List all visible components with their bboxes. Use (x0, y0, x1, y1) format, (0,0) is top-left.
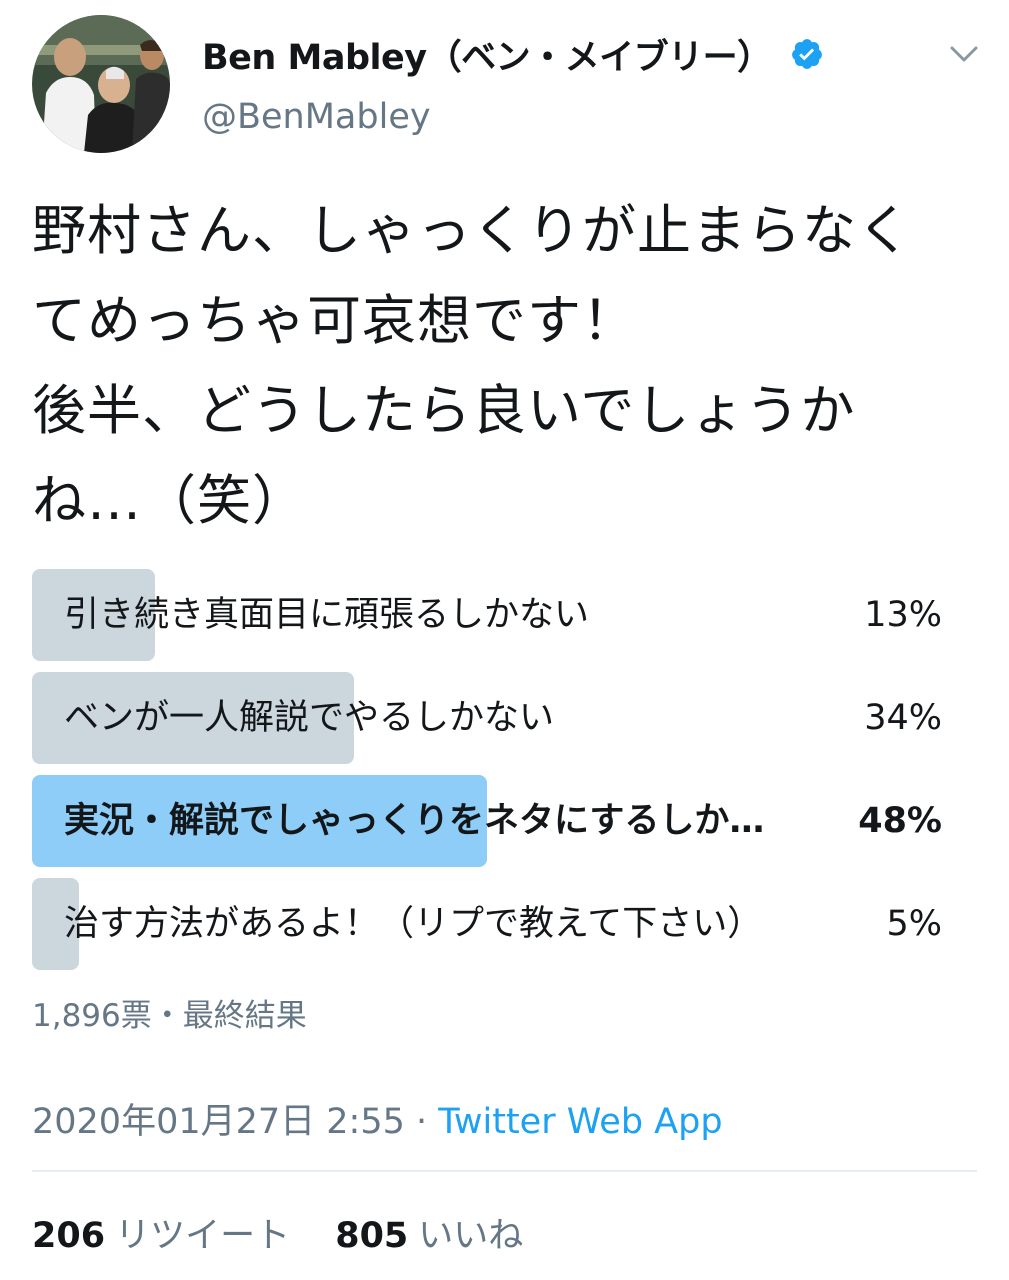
name-row: Ben Mabley（ベン・メイブリー） (202, 30, 824, 78)
poll-option-percent: 13% (864, 595, 942, 635)
poll-option-label: ベンが一人解説でやるしかない (64, 698, 555, 738)
poll-option: 実況・解説でしゃっくりをネタにするしか… 48% (32, 775, 952, 867)
verified-badge-icon (791, 39, 822, 69)
poll-option: ベンが一人解説でやるしかない 34% (32, 672, 952, 764)
tweet-text-line: ね…（笑） (32, 469, 307, 532)
display-name[interactable]: Ben Mabley（ベン・メイブリー） (202, 29, 772, 80)
retweets-count: 206 (32, 1216, 106, 1256)
avatar[interactable] (32, 15, 170, 153)
tweet-text-line: 野村さん、しゃっくりが止まらなく (32, 199, 912, 262)
poll-option-percent: 34% (864, 698, 942, 738)
profile-photo (32, 15, 170, 153)
separator-dot: · (416, 1102, 428, 1142)
poll-option-label: 実況・解説でしゃっくりをネタにするしか… (64, 801, 765, 841)
poll-option: 治す方法があるよ！（リプで教えて下さい） 5% (32, 878, 952, 970)
likes-label: いいね (418, 1216, 524, 1256)
timestamp-row: 2020年01月27日 2:55 · Twitter Web App (32, 1093, 723, 1144)
poll-option-percent: 48% (858, 801, 942, 841)
poll: 引き続き真面目に頑張るしかない 13% ベンが一人解説でやるしかない 34% 実… (32, 569, 952, 981)
poll-option-label: 治す方法があるよ！（リプで教えて下さい） (64, 904, 763, 944)
likes-count: 805 (335, 1216, 409, 1256)
tweet-text-line: てめっちゃ可哀想です！ (32, 289, 637, 352)
poll-option-percent: 5% (886, 904, 942, 944)
tweet-text-line: 後半、どうしたら良いでしょうか (32, 379, 856, 442)
chevron-down-icon[interactable] (946, 36, 982, 72)
timestamp[interactable]: 2020年01月27日 2:55 (32, 1102, 405, 1142)
poll-option-label: 引き続き真面目に頑張るしかない (64, 595, 590, 635)
divider (32, 1170, 977, 1172)
poll-meta: 1,896票・最終結果 (32, 998, 307, 1034)
poll-option: 引き続き真面目に頑張るしかない 13% (32, 569, 952, 661)
source-link[interactable]: Twitter Web App (438, 1102, 722, 1142)
user-handle[interactable]: @BenMabley (202, 97, 431, 137)
retweets-label: リツイート (115, 1216, 291, 1256)
likes-stat[interactable]: 805 いいね (335, 1216, 523, 1256)
stats-row: 206 リツイート 805 いいね (32, 1207, 523, 1258)
tweet-card: Ben Mabley（ベン・メイブリー） @BenMabley 野村さん、しゃっ… (0, 0, 1009, 1280)
tweet-text: 野村さん、しゃっくりが止まらなく てめっちゃ可哀想です！ 後半、どうしたら良いで… (32, 186, 977, 546)
retweets-stat[interactable]: 206 リツイート (32, 1216, 290, 1256)
